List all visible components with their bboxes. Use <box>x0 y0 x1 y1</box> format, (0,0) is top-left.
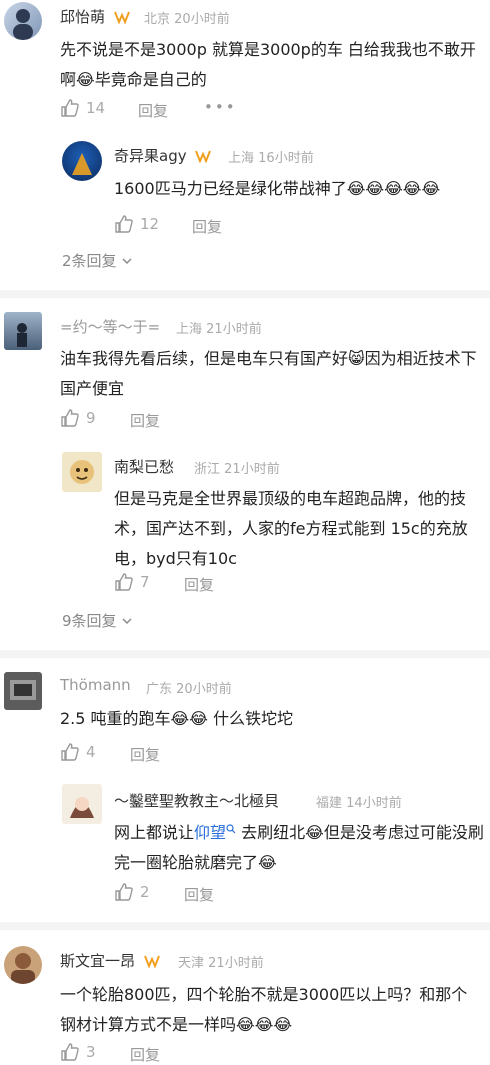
comment-text: 油车我得先看后续，但是电车只有国产好😸因为相近技术下国产便宜 <box>60 349 477 398</box>
reply-button[interactable]: 回复 <box>192 216 222 237</box>
avatar[interactable] <box>62 141 102 181</box>
reply-text: 网上都说让仰望 去刷纽北😂但是没考虑过可能没刷完一圈轮胎就磨完了😂 <box>114 818 486 878</box>
comment-author[interactable]: 邱怡萌 <box>60 6 130 28</box>
search-icon <box>226 824 236 834</box>
chevron-down-icon <box>122 257 132 264</box>
vip-icon <box>113 10 130 28</box>
more-options-icon[interactable]: ••• <box>204 98 237 116</box>
like-count: 12 <box>140 215 160 233</box>
location: 广东 <box>146 682 173 697</box>
reply-button[interactable]: 回复 <box>138 100 168 121</box>
author-name[interactable]: 奇异果agy <box>114 147 187 165</box>
reply-button[interactable]: 回复 <box>130 410 160 431</box>
chevron-down-icon <box>122 617 132 624</box>
like-count: 4 <box>86 743 96 761</box>
avatar[interactable] <box>4 946 42 984</box>
section-divider <box>0 290 490 298</box>
reply-text-part: 网上都说让 <box>114 823 195 842</box>
topic-link[interactable]: 仰望 <box>194 823 226 842</box>
comment-meta: 北京 20小时前 <box>144 8 230 27</box>
like-count: 7 <box>140 573 150 591</box>
like-count: 2 <box>140 883 150 901</box>
thumb-up-icon <box>115 573 133 591</box>
reply-button[interactable]: 回复 <box>130 744 160 765</box>
reply-author[interactable]: ～鑿壁聖教教主～北極貝 <box>114 790 279 811</box>
reply-meta: 福建 14小时前 <box>316 792 402 811</box>
location: 上海 <box>228 151 255 166</box>
comment-meta: 上海 21小时前 <box>176 318 262 337</box>
reply-author[interactable]: 奇异果agy <box>114 145 212 167</box>
like-button[interactable]: 14 <box>60 98 105 118</box>
comment-author[interactable]: =约～等～于= <box>60 316 160 337</box>
like-count: 9 <box>86 409 96 427</box>
like-button[interactable]: 2 <box>114 882 150 902</box>
comment-text: 2.5 吨重的跑车😂😂 什么铁坨坨 <box>60 709 294 728</box>
timestamp: 16小时前 <box>258 151 314 166</box>
reply-meta: 上海 16小时前 <box>228 147 314 166</box>
author-name[interactable]: 邱怡萌 <box>60 8 105 26</box>
timestamp: 21小时前 <box>208 956 264 971</box>
like-count: 3 <box>86 1043 96 1061</box>
more-replies-link[interactable]: 2条回复 <box>62 250 133 271</box>
section-divider <box>0 650 490 658</box>
reply-button[interactable]: 回复 <box>184 574 214 595</box>
comment-author[interactable]: 斯文宜一昂 <box>60 950 160 972</box>
thumb-up-icon <box>115 215 133 233</box>
location: 浙江 <box>194 462 221 477</box>
reply-text: 1600匹马力已经是绿化带战神了😂😂😂😂😂 <box>114 179 441 198</box>
comment-text: 一个轮胎800匹，四个轮胎不就是3000匹以上吗？和那个钢材计算方式不是一样吗😂… <box>60 985 468 1034</box>
comment-author[interactable]: Thömann <box>60 676 131 694</box>
like-button[interactable]: 4 <box>60 742 96 762</box>
thumb-up-icon <box>115 883 133 901</box>
reply-button[interactable]: 回复 <box>184 884 214 905</box>
author-name[interactable]: 斯文宜一昂 <box>60 952 135 970</box>
reply-meta: 浙江 21小时前 <box>194 458 280 477</box>
avatar[interactable] <box>4 2 42 40</box>
avatar[interactable] <box>62 784 102 824</box>
location: 福建 <box>316 796 343 811</box>
location: 北京 <box>144 12 171 27</box>
reply-text: 但是马克是全世界最顶级的电车超跑品牌，他的技术，国产达不到，人家的fe方程式能到… <box>114 489 468 568</box>
timestamp: 20小时前 <box>176 682 232 697</box>
timestamp: 14小时前 <box>346 796 402 811</box>
thumb-up-icon <box>61 1043 79 1061</box>
avatar[interactable] <box>62 452 102 492</box>
comment-text: 先不说是不是3000p 就算是3000p的车 白给我我也不敢开啊😂毕竟命是自己的 <box>60 40 476 89</box>
vip-icon <box>195 149 212 167</box>
comment-meta: 广东 20小时前 <box>146 678 232 697</box>
comment-meta: 天津 21小时前 <box>178 952 264 971</box>
thumb-up-icon <box>61 743 79 761</box>
more-replies-label: 9条回复 <box>62 612 117 630</box>
timestamp: 21小时前 <box>224 462 280 477</box>
like-button[interactable]: 12 <box>114 214 159 234</box>
vip-icon <box>143 954 160 972</box>
thumb-up-icon <box>61 409 79 427</box>
thumb-up-icon <box>61 99 79 117</box>
timestamp: 20小时前 <box>174 12 230 27</box>
more-replies-label: 2条回复 <box>62 252 117 270</box>
avatar[interactable] <box>4 312 42 350</box>
like-button[interactable]: 9 <box>60 408 96 428</box>
like-button[interactable]: 3 <box>60 1042 96 1062</box>
reply-author[interactable]: 南梨已愁 <box>114 456 174 477</box>
location: 上海 <box>176 322 203 337</box>
reply-button[interactable]: 回复 <box>130 1044 160 1065</box>
avatar[interactable] <box>4 672 42 710</box>
more-replies-link[interactable]: 9条回复 <box>62 610 133 631</box>
like-button[interactable]: 7 <box>114 572 150 592</box>
location: 天津 <box>178 956 205 971</box>
like-count: 14 <box>86 99 106 117</box>
section-divider <box>0 922 490 930</box>
timestamp: 21小时前 <box>206 322 262 337</box>
